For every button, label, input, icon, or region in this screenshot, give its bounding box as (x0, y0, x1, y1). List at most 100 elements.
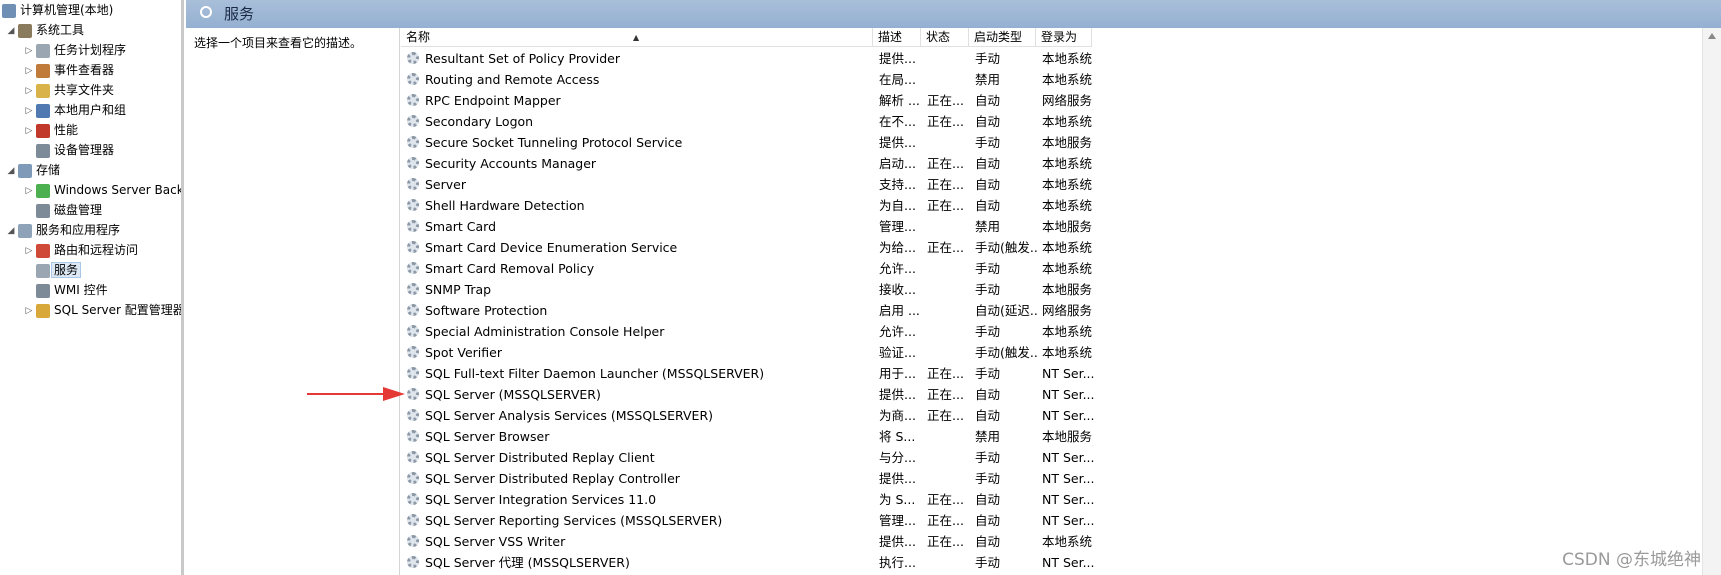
vertical-scrollbar[interactable] (1702, 28, 1721, 575)
tree-item-15[interactable]: ▷ SQL Server 配置管理器 (24, 300, 181, 321)
table-row[interactable]: Secure Socket Tunneling Protocol Service… (401, 132, 1721, 153)
service-name: SQL Server 代理 (MSSQLSERVER) (425, 555, 630, 570)
service-gear-icon (407, 535, 419, 547)
tree-item-label: 事件查看器 (54, 63, 115, 77)
tree-item-10[interactable]: 磁盘管理 (24, 200, 102, 220)
column-header-startup-type[interactable]: 启动类型 (969, 28, 1036, 47)
tree-item-label: 性能 (54, 123, 79, 137)
wmi-icon (36, 283, 50, 298)
service-gear-icon (407, 451, 419, 463)
service-logon-as: 本地系统 (1042, 72, 1093, 87)
service-description: 为自... (879, 198, 916, 213)
collapsed-arrow-icon[interactable]: ▷ (24, 61, 34, 81)
tree-item-5[interactable]: ▷ 本地用户和组 (24, 100, 126, 120)
collapsed-arrow-icon[interactable]: ▷ (24, 181, 34, 201)
tree-item-3[interactable]: ▷ 事件查看器 (24, 60, 114, 80)
service-name: SQL Server (MSSQLSERVER) (425, 387, 601, 402)
service-startup-type: 自动 (975, 492, 1001, 507)
collapsed-arrow-icon[interactable]: ▷ (24, 41, 34, 61)
tree-item-12[interactable]: ▷ 路由和远程访问 (24, 240, 138, 260)
expanded-arrow-icon[interactable]: ◢ (6, 21, 16, 41)
clock-icon (36, 43, 50, 58)
table-row[interactable]: Resultant Set of Policy Provider 提供... 手动 本… (401, 48, 1721, 69)
scroll-up-icon[interactable] (1708, 33, 1716, 39)
table-row[interactable]: SQL Full-text Filter Daemon Launcher (MS… (401, 363, 1721, 384)
collapsed-arrow-icon[interactable]: ▷ (24, 81, 34, 101)
column-header-description[interactable]: 描述 (873, 28, 921, 47)
tree-item-1[interactable]: ◢ 系统工具 (6, 20, 84, 40)
table-row[interactable]: SQL Server Reporting Services (MSSQLSERV… (401, 510, 1721, 531)
expanded-arrow-icon[interactable]: ◢ (6, 161, 16, 181)
tree-item-4[interactable]: ▷ 共享文件夹 (24, 80, 114, 100)
service-description: 提供... (879, 471, 916, 486)
collapsed-arrow-icon[interactable]: ▷ (24, 121, 34, 141)
table-row[interactable]: SQL Server Integration Services 11.0 为 S.… (401, 489, 1721, 510)
table-row[interactable]: SQL Server Browser 将 S... 禁用 本地服务 (401, 426, 1721, 447)
service-name: Secondary Logon (425, 114, 534, 129)
column-header-name[interactable]: 名称 ▲ (401, 28, 873, 47)
service-description: 管理... (879, 219, 916, 234)
table-row[interactable]: Software Protection 启用 ... 自动(延迟... 网络服务 (401, 300, 1721, 321)
tree-item-label: 服务和应用程序 (36, 223, 121, 237)
service-gear-icon (407, 157, 419, 169)
service-name: Shell Hardware Detection (425, 198, 585, 213)
service-startup-type: 手动(触发... (975, 240, 1037, 255)
tree-item-14[interactable]: WMI 控件 (24, 280, 108, 300)
table-row[interactable]: SQL Server Analysis Services (MSSQLSERVE… (401, 405, 1721, 426)
service-gear-icon (407, 136, 419, 148)
service-status: 正在... (927, 156, 964, 171)
service-description: 用于... (879, 366, 916, 381)
service-gear-icon (407, 388, 419, 400)
service-startup-type: 手动 (975, 51, 1001, 66)
collapsed-arrow-icon[interactable]: ▷ (24, 101, 34, 121)
collapsed-arrow-icon[interactable]: ▷ (24, 301, 34, 321)
tree-item-13[interactable]: 服务 (24, 260, 82, 280)
table-row[interactable]: SQL Server (MSSQLSERVER) 提供... 正在... 自动 NT S… (401, 384, 1721, 405)
tree-item-6[interactable]: ▷ 性能 (24, 120, 78, 140)
service-description: 管理... (879, 513, 916, 528)
table-row[interactable]: SQL Server VSS Writer 提供... 正在... 自动 本地系统 (401, 531, 1721, 552)
table-row[interactable]: Secondary Logon 在不... 正在... 自动 本地系统 (401, 111, 1721, 132)
expanded-arrow-icon[interactable]: ◢ (6, 221, 16, 241)
table-row[interactable]: SQL Server Distributed Replay Client 与分..… (401, 447, 1721, 468)
service-logon-as: 本地系统 (1042, 324, 1093, 339)
table-row[interactable]: RPC Endpoint Mapper 解析 ... 正在... 自动 网络服务 (401, 90, 1721, 111)
table-row[interactable]: SNMP Trap 接收... 手动 本地服务 (401, 279, 1721, 300)
table-row[interactable]: Smart Card 管理... 禁用 本地服务 (401, 216, 1721, 237)
table-row[interactable]: Special Administration Console Helper 允许.… (401, 321, 1721, 342)
service-description: 支持... (879, 177, 916, 192)
tree-item-0[interactable]: 计算机管理(本地) (0, 0, 113, 20)
column-header-status[interactable]: 状态 (921, 28, 969, 47)
tree-item-8[interactable]: ◢ 存储 (6, 160, 60, 180)
table-row[interactable]: SQL Server 代理 (MSSQLSERVER) 执行... 手动 NT Ser… (401, 552, 1721, 573)
table-row[interactable]: Smart Card Device Enumeration Service 为给.… (401, 237, 1721, 258)
service-logon-as: NT Ser... (1042, 513, 1095, 528)
collapsed-arrow-icon[interactable]: ▷ (24, 241, 34, 261)
service-gear-icon (407, 367, 419, 379)
service-startup-type: 自动(延迟... (975, 303, 1037, 318)
service-logon-as: NT Ser... (1042, 387, 1095, 402)
tree-item-11[interactable]: ◢ 服务和应用程序 (6, 220, 120, 240)
backup-icon (36, 183, 50, 198)
tree-item-2[interactable]: ▷ 任务计划程序 (24, 40, 126, 60)
table-row[interactable]: Smart Card Removal Policy 允许... 手动 本地系统 (401, 258, 1721, 279)
table-row[interactable]: Server 支持... 正在... 自动 本地系统 (401, 174, 1721, 195)
tree-item-7[interactable]: 设备管理器 (24, 140, 114, 160)
tree-item-label: 计算机管理(本地) (20, 3, 114, 17)
service-startup-type: 自动 (975, 534, 1001, 549)
service-startup-type: 手动 (975, 471, 1001, 486)
table-row[interactable]: SQL Server Distributed Replay Controller… (401, 468, 1721, 489)
tree-item-label: 本地用户和组 (54, 103, 127, 117)
table-row[interactable]: Security Accounts Manager 启动... 正在... 自动 本地系… (401, 153, 1721, 174)
table-row[interactable]: Shell Hardware Detection 为自... 正在... 自动 本地系统 (401, 195, 1721, 216)
tree-item-label: 任务计划程序 (54, 43, 127, 57)
service-status: 正在... (927, 366, 964, 381)
table-row[interactable]: Spot Verifier 验证... 手动(触发... 本地系统 (401, 342, 1721, 363)
service-status: 正在... (927, 387, 964, 402)
service-status: 正在... (927, 198, 964, 213)
tree-item-9[interactable]: ▷ Windows Server Backup (24, 180, 181, 201)
column-header-logon-as[interactable]: 登录为 (1036, 28, 1092, 47)
table-row[interactable]: Routing and Remote Access 在局... 禁用 本地系统 (401, 69, 1721, 90)
service-logon-as: NT Ser... (1042, 408, 1095, 423)
service-gear-icon (407, 199, 419, 211)
